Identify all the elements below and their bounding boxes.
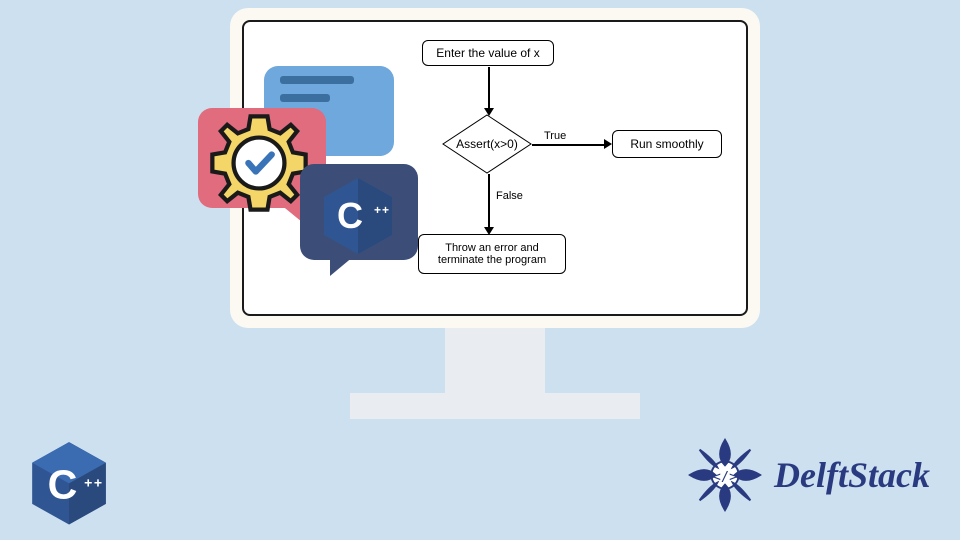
flowchart-false-box: Throw an error and terminate the program bbox=[418, 234, 566, 274]
svg-text:+: + bbox=[382, 203, 389, 217]
arrow-false bbox=[488, 174, 490, 228]
flowchart-start-box: Enter the value of x bbox=[422, 40, 554, 66]
svg-text:C: C bbox=[48, 461, 78, 507]
cpp-logo-icon: C + + bbox=[322, 176, 394, 256]
arrowhead-true bbox=[604, 139, 612, 149]
svg-text:+: + bbox=[374, 203, 381, 217]
flowchart-decision: Assert(x>0) bbox=[442, 114, 532, 174]
brand-mandala-icon: </> bbox=[686, 436, 764, 514]
cpp-logo-bottom-icon: C + + bbox=[30, 440, 108, 526]
monitor-stand-neck bbox=[445, 326, 545, 396]
svg-text:C: C bbox=[337, 195, 363, 236]
arrow-true bbox=[532, 144, 606, 146]
arrow-start-decision bbox=[488, 67, 490, 109]
brand-logo: </> DelftStack bbox=[686, 436, 930, 514]
flowchart-decision-text: Assert(x>0) bbox=[456, 137, 518, 151]
flowchart-false-box-text: Throw an error and terminate the program bbox=[427, 242, 557, 266]
flowchart-true-label: True bbox=[544, 130, 566, 142]
gear-check-icon bbox=[206, 110, 312, 216]
flowchart-true-box-text: Run smoothly bbox=[630, 137, 703, 151]
flowchart-start-text: Enter the value of x bbox=[436, 46, 539, 60]
monitor-stand-base bbox=[350, 393, 640, 419]
svg-text:+: + bbox=[84, 475, 92, 491]
flowchart-true-box: Run smoothly bbox=[612, 130, 722, 158]
brand-name: DelftStack bbox=[774, 454, 930, 496]
svg-text:</>: </> bbox=[713, 469, 738, 485]
flowchart-false-label: False bbox=[496, 190, 523, 202]
svg-text:+: + bbox=[94, 475, 102, 491]
